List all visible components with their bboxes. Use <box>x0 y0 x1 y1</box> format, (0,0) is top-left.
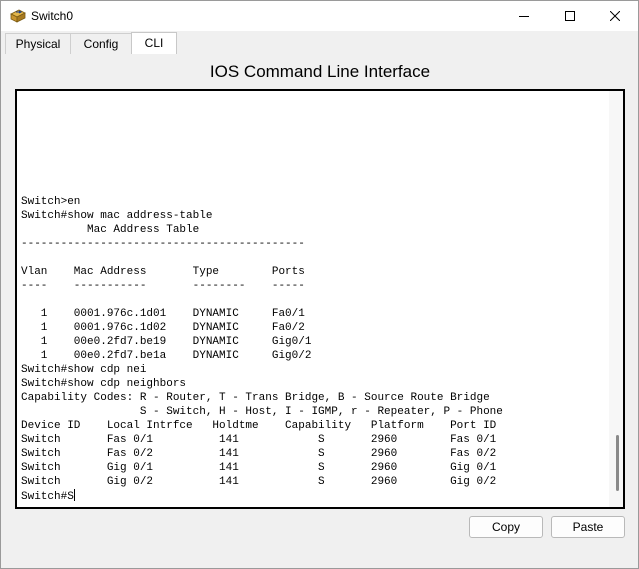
maximize-button[interactable] <box>547 1 593 31</box>
terminal-line: ---- ----------- -------- ----- <box>21 280 305 292</box>
switch-app-icon <box>10 8 26 24</box>
terminal-line: Vlan Mac Address Type Ports <box>21 266 305 278</box>
terminal-line: Switch Fas 0/1 141 S 2960 Fas 0/1 <box>21 434 497 446</box>
title-bar[interactable]: Switch0 <box>1 1 638 31</box>
app-window: Switch0 Physical Config CLI IOS Command … <box>0 0 639 569</box>
terminal-line: Switch Fas 0/2 141 S 2960 Fas 0/2 <box>21 448 497 460</box>
cli-heading: IOS Command Line Interface <box>209 62 431 81</box>
terminal-line: 1 0001.976c.1d02 DYNAMIC Fa0/2 <box>21 322 305 334</box>
terminal-output: Switch>en Switch#show mac address-table M… <box>21 195 503 503</box>
tab-config[interactable]: Config <box>70 33 132 54</box>
tab-physical[interactable]: Physical <box>5 33 71 54</box>
minimize-button[interactable] <box>501 1 547 31</box>
window-title: Switch0 <box>31 9 74 23</box>
scrollbar-thumb[interactable] <box>616 435 619 491</box>
terminal-line: 1 00e0.2fd7.be19 DYNAMIC Gig0/1 <box>21 336 312 348</box>
terminal-line: 1 0001.976c.1d01 DYNAMIC Fa0/1 <box>21 308 305 320</box>
terminal-line: Capability Codes: R - Router, T - Trans … <box>21 392 490 404</box>
cli-panel: IOS Command Line Interface Switch>en Swit… <box>3 54 637 567</box>
terminal-line: Switch#show mac address-table <box>21 210 213 222</box>
tab-bar: Physical Config CLI <box>3 32 637 55</box>
terminal-prompt[interactable]: Switch#S <box>21 491 74 503</box>
terminal-line: Switch Gig 0/1 141 S 2960 Gig 0/1 <box>21 462 497 474</box>
terminal-line: Switch#show cdp nei <box>21 364 147 376</box>
terminal-line: Mac Address Table <box>21 224 200 236</box>
text-cursor <box>73 489 75 501</box>
minimize-icon <box>519 11 529 21</box>
terminal-scrollbar[interactable] <box>609 91 623 507</box>
close-icon <box>610 11 620 21</box>
copy-button[interactable]: Copy <box>469 516 543 538</box>
terminal-line: Switch#show cdp neighbors <box>21 378 187 390</box>
terminal-line: Switch Gig 0/2 141 S 2960 Gig 0/2 <box>21 476 497 488</box>
paste-button[interactable]: Paste <box>551 516 625 538</box>
terminal-line: Switch>en <box>21 196 81 208</box>
terminal-line: ----------------------------------------… <box>21 238 305 250</box>
tab-cli[interactable]: CLI <box>131 32 177 55</box>
terminal-line: 1 00e0.2fd7.be1a DYNAMIC Gig0/2 <box>21 350 312 362</box>
terminal-line: S - Switch, H - Host, I - IGMP, r - Repe… <box>21 406 503 418</box>
terminal-line: Device ID Local Intrfce Holdtme Capabili… <box>21 420 497 432</box>
close-button[interactable] <box>592 1 638 31</box>
cli-terminal[interactable]: Switch>en Switch#show mac address-table M… <box>15 89 625 509</box>
terminal-prompt-line[interactable]: Switch#S <box>21 489 503 503</box>
maximize-icon <box>565 11 575 21</box>
